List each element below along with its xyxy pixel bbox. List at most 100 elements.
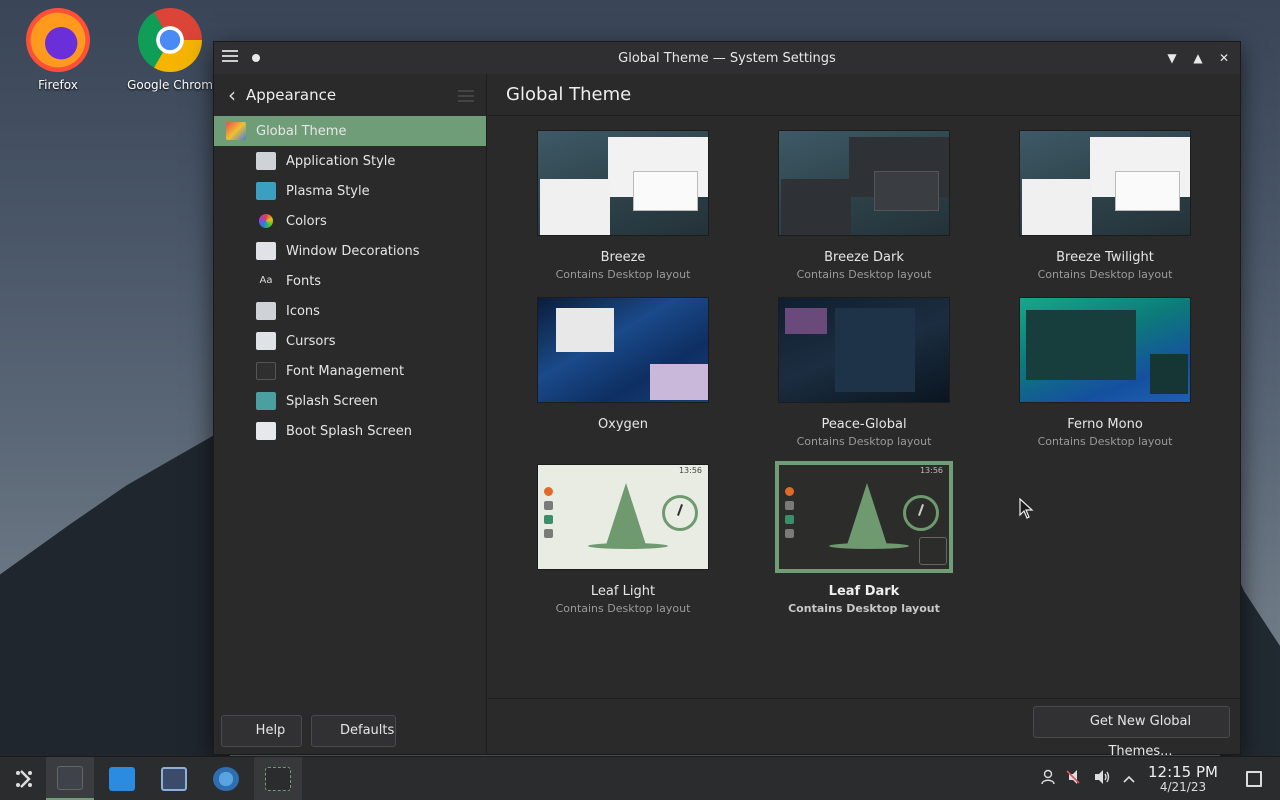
system-settings-window: Global Theme — System Settings ▼ ▲ ✕ ‹ A… <box>213 41 1241 759</box>
desktop-icon-label: Firefox <box>38 78 78 92</box>
sidebar-item-application-style[interactable]: Application Style <box>214 146 486 176</box>
taskbar-dolphin[interactable] <box>150 757 198 800</box>
theme-name: Peace-Global <box>821 417 907 432</box>
taskbar-discover[interactable] <box>98 757 146 800</box>
maximize-button[interactable]: ▲ <box>1188 48 1208 68</box>
mouse-cursor-icon <box>1019 498 1034 519</box>
system-tray <box>1038 757 1142 800</box>
sidebar-title: Appearance <box>246 86 337 104</box>
clock-time: 12:15 PM <box>1148 763 1218 781</box>
theme-card-breeze[interactable]: Breeze Contains Desktop layout <box>534 130 712 281</box>
splash-screen-icon <box>256 392 276 410</box>
sidebar: ‹ Appearance Global Theme Application Sty… <box>214 74 487 754</box>
sidebar-item-boot-splash-screen[interactable]: Boot Splash Screen <box>214 416 486 446</box>
fonts-icon: Aa <box>259 275 273 286</box>
sidebar-item-splash-screen[interactable]: Splash Screen <box>214 386 486 416</box>
theme-preview <box>537 297 709 403</box>
theme-name: Breeze Dark <box>824 250 904 265</box>
window-decorations-icon <box>256 242 276 260</box>
show-desktop-button[interactable] <box>1246 771 1262 787</box>
theme-subtitle: Contains Desktop layout <box>555 602 691 615</box>
app-launcher-button[interactable] <box>0 757 48 800</box>
hamburger-menu-icon[interactable] <box>458 90 474 105</box>
application-style-icon <box>256 152 276 170</box>
theme-preview: 13:56 <box>775 461 953 573</box>
theme-preview <box>1019 297 1191 403</box>
desktop-icon-label: Google Chrom <box>127 78 213 92</box>
theme-card-leaf-dark[interactable]: 13:56 Leaf Dark Contains Desktop layout <box>775 461 953 615</box>
system-settings-icon <box>57 765 83 790</box>
window-title: Global Theme — System Settings <box>618 50 836 66</box>
sidebar-header: ‹ Appearance <box>214 74 486 116</box>
help-button[interactable]: Help <box>221 715 302 747</box>
minimize-button[interactable]: ▼ <box>1162 48 1182 68</box>
sidebar-item-icons[interactable]: Icons <box>214 296 486 326</box>
taskbar-system-settings[interactable] <box>46 757 94 800</box>
launcher-icon <box>16 770 32 788</box>
user-icon[interactable] <box>1038 769 1058 789</box>
sidebar-item-fonts[interactable]: Aa Fonts <box>214 266 486 296</box>
taskbar-clock[interactable]: 12:15 PM 4/21/23 <box>1143 764 1223 794</box>
font-management-icon <box>256 362 276 380</box>
plasma-app-icon <box>265 767 291 791</box>
theme-subtitle: Contains Desktop layout <box>796 435 932 448</box>
keep-above-icon[interactable] <box>252 54 260 62</box>
sidebar-item-label: Cursors <box>286 333 336 349</box>
theme-card-peace-global[interactable]: Peace-Global Contains Desktop layout <box>775 297 953 448</box>
desktop-icon-firefox[interactable]: Firefox <box>12 8 104 92</box>
theme-subtitle: Contains Desktop layout <box>796 268 932 281</box>
page-title: Global Theme <box>488 74 1240 116</box>
boot-splash-screen-icon <box>256 422 276 440</box>
theme-subtitle: Contains Desktop layout <box>1037 435 1173 448</box>
sidebar-item-global-theme[interactable]: Global Theme <box>214 116 486 146</box>
theme-card-breeze-dark[interactable]: Breeze Dark Contains Desktop layout <box>775 130 953 281</box>
sidebar-item-label: Window Decorations <box>286 243 420 259</box>
close-button[interactable]: ✕ <box>1214 48 1234 68</box>
theme-name: Leaf Light <box>590 584 656 599</box>
sidebar-item-window-decorations[interactable]: Window Decorations <box>214 236 486 266</box>
theme-subtitle: Contains Desktop layout <box>555 268 691 281</box>
global-theme-icon <box>226 122 246 140</box>
desktop-icon-chrome[interactable]: Google Chrom <box>124 8 216 92</box>
sidebar-item-label: Application Style <box>286 153 396 169</box>
defaults-button[interactable]: Defaults <box>311 715 396 747</box>
theme-subtitle: Contains Desktop layout <box>788 602 940 615</box>
footer-divider <box>488 698 1240 699</box>
settings-app-icon[interactable] <box>222 50 238 64</box>
theme-preview <box>778 297 950 403</box>
sidebar-item-label: Plasma Style <box>286 183 370 199</box>
microphone-muted-icon[interactable] <box>1058 769 1088 789</box>
theme-preview: 13:56 <box>537 464 709 570</box>
sidebar-item-plasma-style[interactable]: Plasma Style <box>214 176 486 206</box>
sidebar-item-label: Splash Screen <box>286 393 378 409</box>
clock-date: 4/21/23 <box>1159 780 1207 794</box>
theme-card-oxygen[interactable]: Oxygen <box>534 297 712 435</box>
sidebar-item-colors[interactable]: Colors <box>214 206 486 236</box>
icons-icon <box>256 302 276 320</box>
theme-subtitle: Contains Desktop layout <box>1037 268 1173 281</box>
theme-preview <box>778 130 950 236</box>
sidebar-item-label: Boot Splash Screen <box>286 423 412 439</box>
theme-name: Ferno Mono <box>1067 417 1143 432</box>
theme-card-breeze-twilight[interactable]: Breeze Twilight Contains Desktop layout <box>1016 130 1194 281</box>
colors-icon <box>259 214 273 228</box>
cursors-icon <box>256 332 276 350</box>
volume-icon[interactable] <box>1088 769 1116 789</box>
theme-card-ferno-mono[interactable]: Ferno Mono Contains Desktop layout <box>1016 297 1194 448</box>
taskbar-plasma-app[interactable] <box>254 757 302 800</box>
theme-preview <box>537 130 709 236</box>
sidebar-item-font-management[interactable]: Font Management <box>214 356 486 386</box>
file-manager-icon <box>161 767 187 791</box>
theme-card-leaf-light[interactable]: 13:56 Leaf Light Contains Desktop layout <box>534 464 712 615</box>
tray-expand-icon[interactable] <box>1116 770 1142 788</box>
sidebar-item-label: Global Theme <box>256 123 347 139</box>
main-content: Global Theme Breeze Contains Desktop layo… <box>488 74 1240 759</box>
theme-preview <box>1019 130 1191 236</box>
get-new-themes-button[interactable]: Get New Global Themes... <box>1033 706 1230 759</box>
back-icon[interactable]: ‹ <box>228 85 236 105</box>
sidebar-item-label: Fonts <box>286 273 322 289</box>
titlebar[interactable]: Global Theme — System Settings ▼ ▲ ✕ <box>214 42 1240 74</box>
sidebar-item-cursors[interactable]: Cursors <box>214 326 486 356</box>
taskbar-browser[interactable] <box>202 757 250 800</box>
theme-name: Breeze Twilight <box>1056 250 1154 265</box>
